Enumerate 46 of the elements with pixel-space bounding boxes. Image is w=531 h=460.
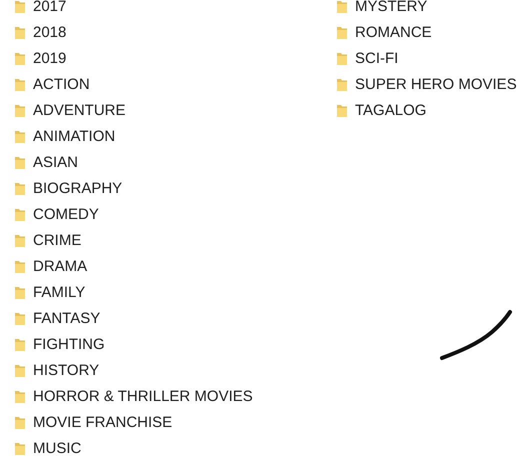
folder-name[interactable]: CRIME [33,230,82,252]
folder-name[interactable]: MYSTERY [355,0,428,18]
folder-name[interactable]: 2017 [33,0,66,18]
folder-icon [14,312,26,326]
folder-name[interactable]: COMEDY [33,204,99,226]
folder-name[interactable]: 2019 [33,48,66,70]
folder-name[interactable]: DRAMA [33,256,88,278]
folder-name[interactable]: BIOGRAPHY [33,178,122,200]
folder-icon [336,26,348,40]
folder-name[interactable]: FAMILY [33,282,86,304]
folder-icon [14,260,26,274]
folder-icon [14,52,26,66]
folder-name[interactable]: MUSIC [33,438,82,460]
folder-name[interactable]: HISTORY [33,360,100,382]
folder-icon [14,286,26,300]
folder-name[interactable]: HORROR & THRILLER MOVIES [33,386,253,408]
folder-name[interactable]: ROMANCE [355,22,432,44]
folder-name[interactable]: FIGHTING [33,334,105,356]
folder-name[interactable]: SUPER HERO MOVIES [355,74,517,96]
folder-icon [336,78,348,92]
folder-icon [14,104,26,118]
folder-icon [14,182,26,196]
folder-icon [336,0,348,14]
folder-name[interactable]: ACTION [33,74,90,96]
folder-icon [14,0,26,14]
folder-name[interactable]: 2018 [33,22,66,44]
folder-name[interactable]: TAGALOG [355,100,426,122]
folder-icon [336,52,348,66]
folder-name[interactable]: MOVIE FRANCHISE [33,412,172,434]
folder-icon [336,104,348,118]
folder-icon [14,208,26,222]
folder-name[interactable]: SCI-FI [355,48,398,70]
folder-icon [14,234,26,248]
folder-icon [14,364,26,378]
folder-icon [14,338,26,352]
folder-icon [14,390,26,404]
folder-icon [14,78,26,92]
folder-icon [14,26,26,40]
folder-name[interactable]: ANIMATION [33,126,116,148]
folder-icon [14,130,26,144]
folder-name[interactable]: FANTASY [33,308,100,330]
folder-name[interactable]: ASIAN [33,152,78,174]
folder-name[interactable]: ADVENTURE [33,100,126,122]
folder-icon [14,416,26,430]
folder-icon [14,156,26,170]
folder-icon [14,442,26,456]
